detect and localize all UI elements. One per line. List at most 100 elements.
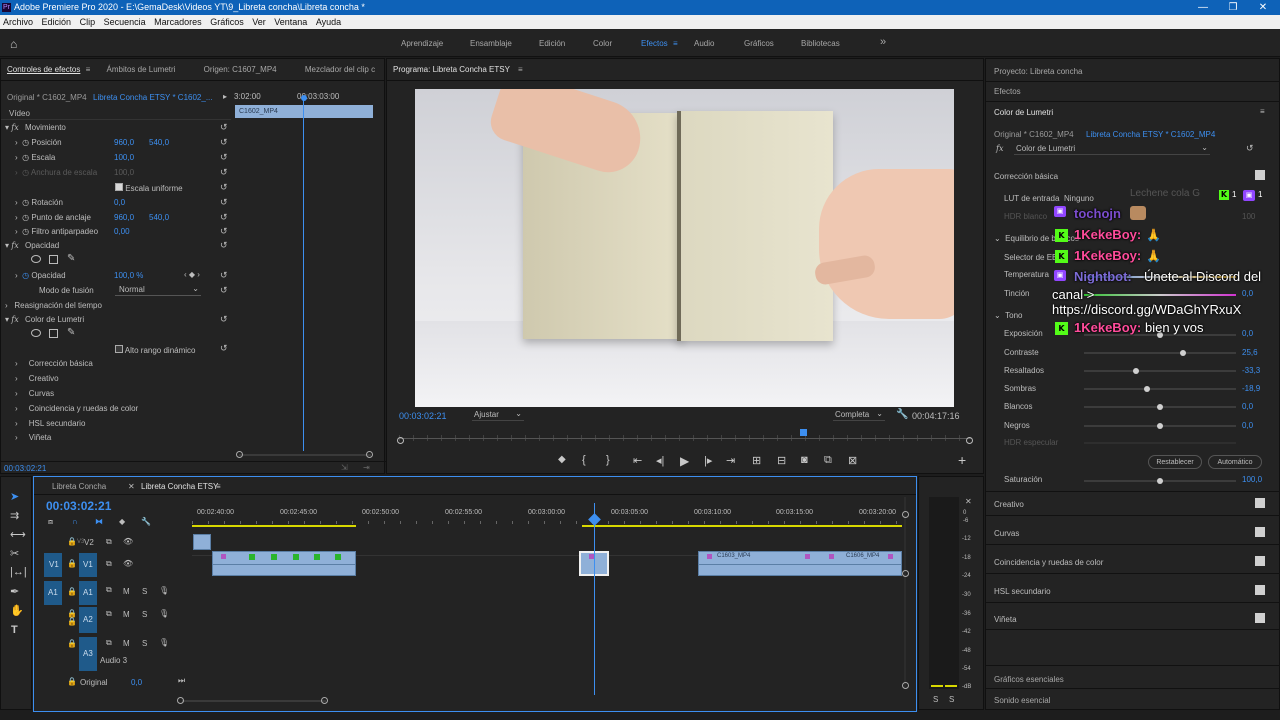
timeline-timecode[interactable]: 00:03:02:21 xyxy=(46,499,111,513)
automatico-button[interactable]: Automático xyxy=(1208,455,1262,469)
section-vineta[interactable]: Viñeta xyxy=(994,615,1017,624)
lumetri-clip[interactable]: Libreta Concha ETSY * C1602_MP4 xyxy=(1086,130,1215,139)
add-marker-tl-icon[interactable]: ◆ xyxy=(119,517,125,526)
mark-out-icon[interactable]: } xyxy=(606,454,610,466)
menu-graficos[interactable]: Gráficos xyxy=(207,17,247,27)
ws-ensamblaje[interactable]: Ensamblaje xyxy=(470,39,512,48)
ec-sub-correccion[interactable]: › Corrección básica xyxy=(15,359,93,368)
saturacion-slider[interactable] xyxy=(1084,478,1236,484)
solo-left-button[interactable]: S xyxy=(933,695,938,704)
contraste-slider[interactable] xyxy=(1084,350,1236,356)
program-playhead[interactable] xyxy=(800,429,807,436)
v1-lock-icon[interactable]: 🔒 xyxy=(67,559,77,568)
lumetri-pen-mask-icon[interactable]: ✎ xyxy=(67,327,75,338)
v1-source-patch[interactable]: V1 xyxy=(44,553,62,577)
section-hsl[interactable]: HSL secundario xyxy=(994,587,1051,596)
lumetri-rect-mask-icon[interactable] xyxy=(49,329,58,338)
program-timecode[interactable]: 00:03:02:21 xyxy=(399,411,447,421)
type-tool-icon[interactable]: T xyxy=(11,624,18,636)
go-to-in-icon[interactable]: ⇤ xyxy=(633,454,642,467)
tab-lumetri-scopes[interactable]: Ámbitos de Lumetri xyxy=(107,65,176,74)
keyframe-nav-icon[interactable]: ‹ ◆ › xyxy=(184,270,200,279)
ec-zoom-scrollbar[interactable] xyxy=(239,454,371,456)
v1-eye-icon[interactable]: 👁 xyxy=(123,559,133,568)
button-editor-icon[interactable]: + xyxy=(958,452,966,468)
sombras-slider[interactable] xyxy=(1084,386,1236,392)
ec-current-time[interactable]: 00:03:02:21 xyxy=(4,464,46,473)
graficos-esenciales-tab[interactable]: Gráficos esenciales xyxy=(994,675,1064,684)
timeline-settings-icon[interactable]: 🔧 xyxy=(141,517,151,526)
chat-link[interactable]: https://discord.gg/WDaGhYRxuX xyxy=(1052,302,1241,317)
reset-uniforme-icon[interactable]: ↺ xyxy=(220,182,228,193)
a3-solo-button[interactable]: S xyxy=(142,639,147,648)
add-marker-icon[interactable]: ◆ xyxy=(558,454,566,465)
menu-ventana[interactable]: Ventana xyxy=(271,17,310,27)
vineta-checkbox[interactable] xyxy=(1255,613,1265,623)
lumetri-source[interactable]: Original * C1602_MP4 xyxy=(994,130,1074,139)
menu-edicion[interactable]: Edición xyxy=(39,17,75,27)
section-creativo[interactable]: Creativo xyxy=(994,500,1024,509)
tab-clip-mixer[interactable]: Mezclador del clip c xyxy=(305,65,375,74)
restablecer-button[interactable]: Restablecer xyxy=(1148,455,1202,469)
reset-lumetri-icon[interactable]: ↺ xyxy=(220,314,228,325)
v1-sync-icon[interactable]: ⧉ xyxy=(106,559,112,569)
reasignacion-row[interactable]: › Reasignación del tiempo xyxy=(5,301,102,310)
menu-secuencia[interactable]: Secuencia xyxy=(101,17,149,27)
menu-marcadores[interactable]: Marcadores xyxy=(151,17,205,27)
reset-posicion-icon[interactable]: ↺ xyxy=(220,137,228,148)
rotacion-value[interactable]: 0,0 xyxy=(114,198,125,207)
posicion-x[interactable]: 960,0 xyxy=(114,138,134,147)
ec-sub-coincidencia[interactable]: › Coincidencia y ruedas de color xyxy=(15,404,138,413)
v2-lock-icon[interactable]: 🔒 xyxy=(67,537,77,546)
reset-fusion-icon[interactable]: ↺ xyxy=(220,285,228,296)
program-scrub-bar[interactable] xyxy=(399,435,971,441)
close-tab-icon[interactable]: ✕ xyxy=(128,482,135,491)
minimize-button[interactable]: — xyxy=(1188,0,1218,15)
solo-right-button[interactable]: S xyxy=(949,695,954,704)
reset-opacidad-icon[interactable]: ↺ xyxy=(220,270,228,281)
ec-sub-curvas[interactable]: › Curvas xyxy=(15,389,54,398)
seq-tab-1[interactable]: Libreta Concha xyxy=(52,482,106,491)
a1-mute-button[interactable]: M xyxy=(123,587,130,596)
blancos-slider[interactable] xyxy=(1084,404,1236,410)
home-icon[interactable]: ⌂ xyxy=(10,37,17,51)
nest-icon[interactable]: ⧈ xyxy=(48,517,53,527)
menu-ver[interactable]: Ver xyxy=(249,17,269,27)
maximize-button[interactable]: ❐ xyxy=(1218,0,1248,15)
reset-anclaje-icon[interactable]: ↺ xyxy=(220,212,228,223)
comparison-view-icon[interactable]: ⧉ xyxy=(824,454,832,467)
effects-tab[interactable]: Efectos xyxy=(994,87,1021,96)
track-select-tool-icon[interactable]: ⇉ xyxy=(10,509,19,522)
ws-graficos[interactable]: Gráficos xyxy=(744,39,774,48)
tincion-slider[interactable] xyxy=(1084,294,1236,296)
a1-extra-sync-icon[interactable]: ⧉ xyxy=(106,609,112,619)
section-coincidencia[interactable]: Coincidencia y ruedas de color xyxy=(994,558,1103,567)
a3-mic-icon[interactable]: 🎙 xyxy=(159,638,169,647)
lumetri-menu-icon[interactable]: ≡ xyxy=(1260,107,1265,116)
v1-clip[interactable] xyxy=(212,551,356,576)
export-frame-icon[interactable]: ◙ xyxy=(801,454,808,466)
razor-tool-icon[interactable]: ✂ xyxy=(10,547,19,560)
overwrite-icon[interactable]: ⊟ xyxy=(777,454,786,467)
a3-track-label[interactable]: A3 xyxy=(79,637,97,671)
more-workspaces-icon[interactable]: » xyxy=(880,36,886,48)
master-lock-icon[interactable]: 🔒 xyxy=(67,677,77,686)
pen-mask-icon[interactable]: ✎ xyxy=(67,253,75,264)
ws-audio[interactable]: Audio xyxy=(694,39,714,48)
video-frame[interactable] xyxy=(415,89,954,407)
seq-tab-menu-icon[interactable]: ≡ xyxy=(216,482,221,491)
reset-escala-icon[interactable]: ↺ xyxy=(220,152,228,163)
project-tab[interactable]: Proyecto: Libreta concha xyxy=(994,67,1083,76)
blancos-value[interactable]: 0,0 xyxy=(1242,402,1253,411)
a3-sync-icon[interactable]: ⧉ xyxy=(106,638,112,648)
master-value[interactable]: 0,0 xyxy=(131,678,142,687)
resaltados-value[interactable]: -33,3 xyxy=(1242,366,1260,375)
exposicion-value[interactable]: 0,0 xyxy=(1242,329,1253,338)
slip-tool-icon[interactable]: |↔| xyxy=(10,566,27,578)
mini-clip[interactable]: C1602_MP4 xyxy=(235,105,373,118)
menu-clip[interactable]: Clip xyxy=(77,17,99,27)
a2-lock-icon[interactable]: 🔒 xyxy=(67,617,77,626)
v2-eye-icon[interactable]: 👁 xyxy=(123,537,133,546)
timeline-playhead[interactable] xyxy=(594,503,595,695)
ws-efectos[interactable]: Efectos xyxy=(641,39,668,48)
